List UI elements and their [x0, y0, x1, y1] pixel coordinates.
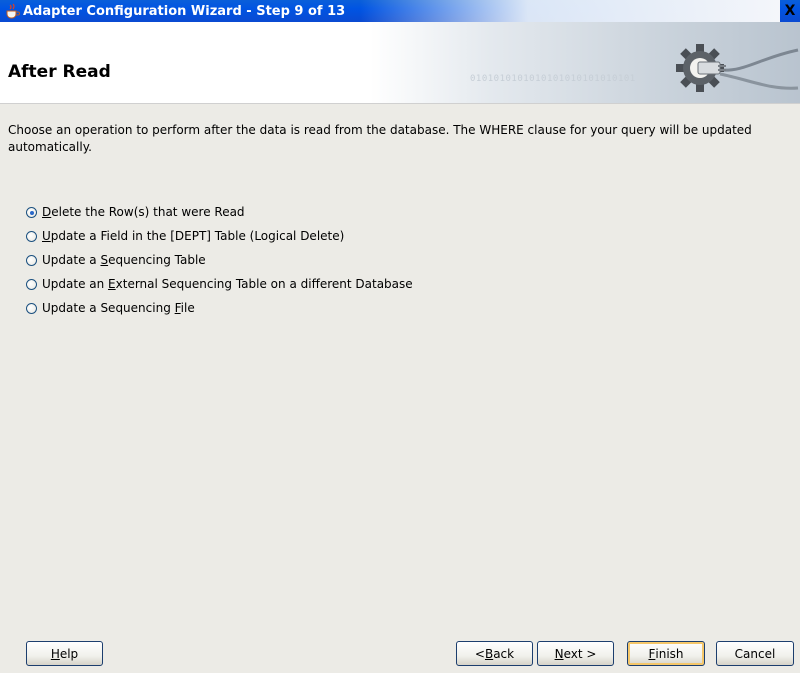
after-read-options: Delete the Row(s) that were Read Update …: [26, 200, 413, 320]
option-label: Update a Sequencing Table: [42, 253, 206, 267]
help-button[interactable]: Help: [26, 641, 103, 666]
wizard-banner: 0101010101010101010101010101 After Read: [0, 22, 800, 104]
option-external-sequencing-table[interactable]: Update an External Sequencing Table on a…: [26, 272, 413, 296]
option-label: Update a Field in the [DEPT] Table (Logi…: [42, 229, 345, 243]
option-sequencing-table[interactable]: Update a Sequencing Table: [26, 248, 413, 272]
next-button[interactable]: Next >: [537, 641, 614, 666]
title-bar[interactable]: Adapter Configuration Wizard - Step 9 of…: [0, 0, 800, 22]
cancel-button[interactable]: Cancel: [716, 641, 794, 666]
gear-plug-icon: [676, 44, 799, 92]
radio-logical-delete[interactable]: [26, 230, 37, 242]
option-label: Delete the Row(s) that were Read: [42, 205, 245, 219]
radio-delete-rows[interactable]: [26, 206, 37, 218]
option-label: Update an External Sequencing Table on a…: [42, 277, 413, 291]
radio-external-sequencing-table[interactable]: [26, 278, 37, 290]
finish-button[interactable]: Finish: [627, 641, 705, 666]
page-title: After Read: [8, 62, 111, 82]
instructions-text: Choose an operation to perform after the…: [8, 123, 752, 154]
java-cup-icon: [4, 3, 20, 19]
option-delete-rows[interactable]: Delete the Row(s) that were Read: [26, 200, 413, 224]
option-sequencing-file[interactable]: Update a Sequencing File: [26, 296, 413, 320]
banner-binary-text: 0101010101010101010101010101: [470, 74, 636, 84]
window-title: Adapter Configuration Wizard - Step 9 of…: [23, 3, 346, 19]
radio-sequencing-table[interactable]: [26, 254, 37, 266]
back-button[interactable]: < Back: [456, 641, 533, 666]
option-logical-delete[interactable]: Update a Field in the [DEPT] Table (Logi…: [26, 224, 413, 248]
radio-sequencing-file[interactable]: [26, 302, 37, 314]
option-label: Update a Sequencing File: [42, 301, 195, 315]
title-bar-fade: [360, 0, 780, 22]
close-button[interactable]: X: [782, 3, 798, 19]
